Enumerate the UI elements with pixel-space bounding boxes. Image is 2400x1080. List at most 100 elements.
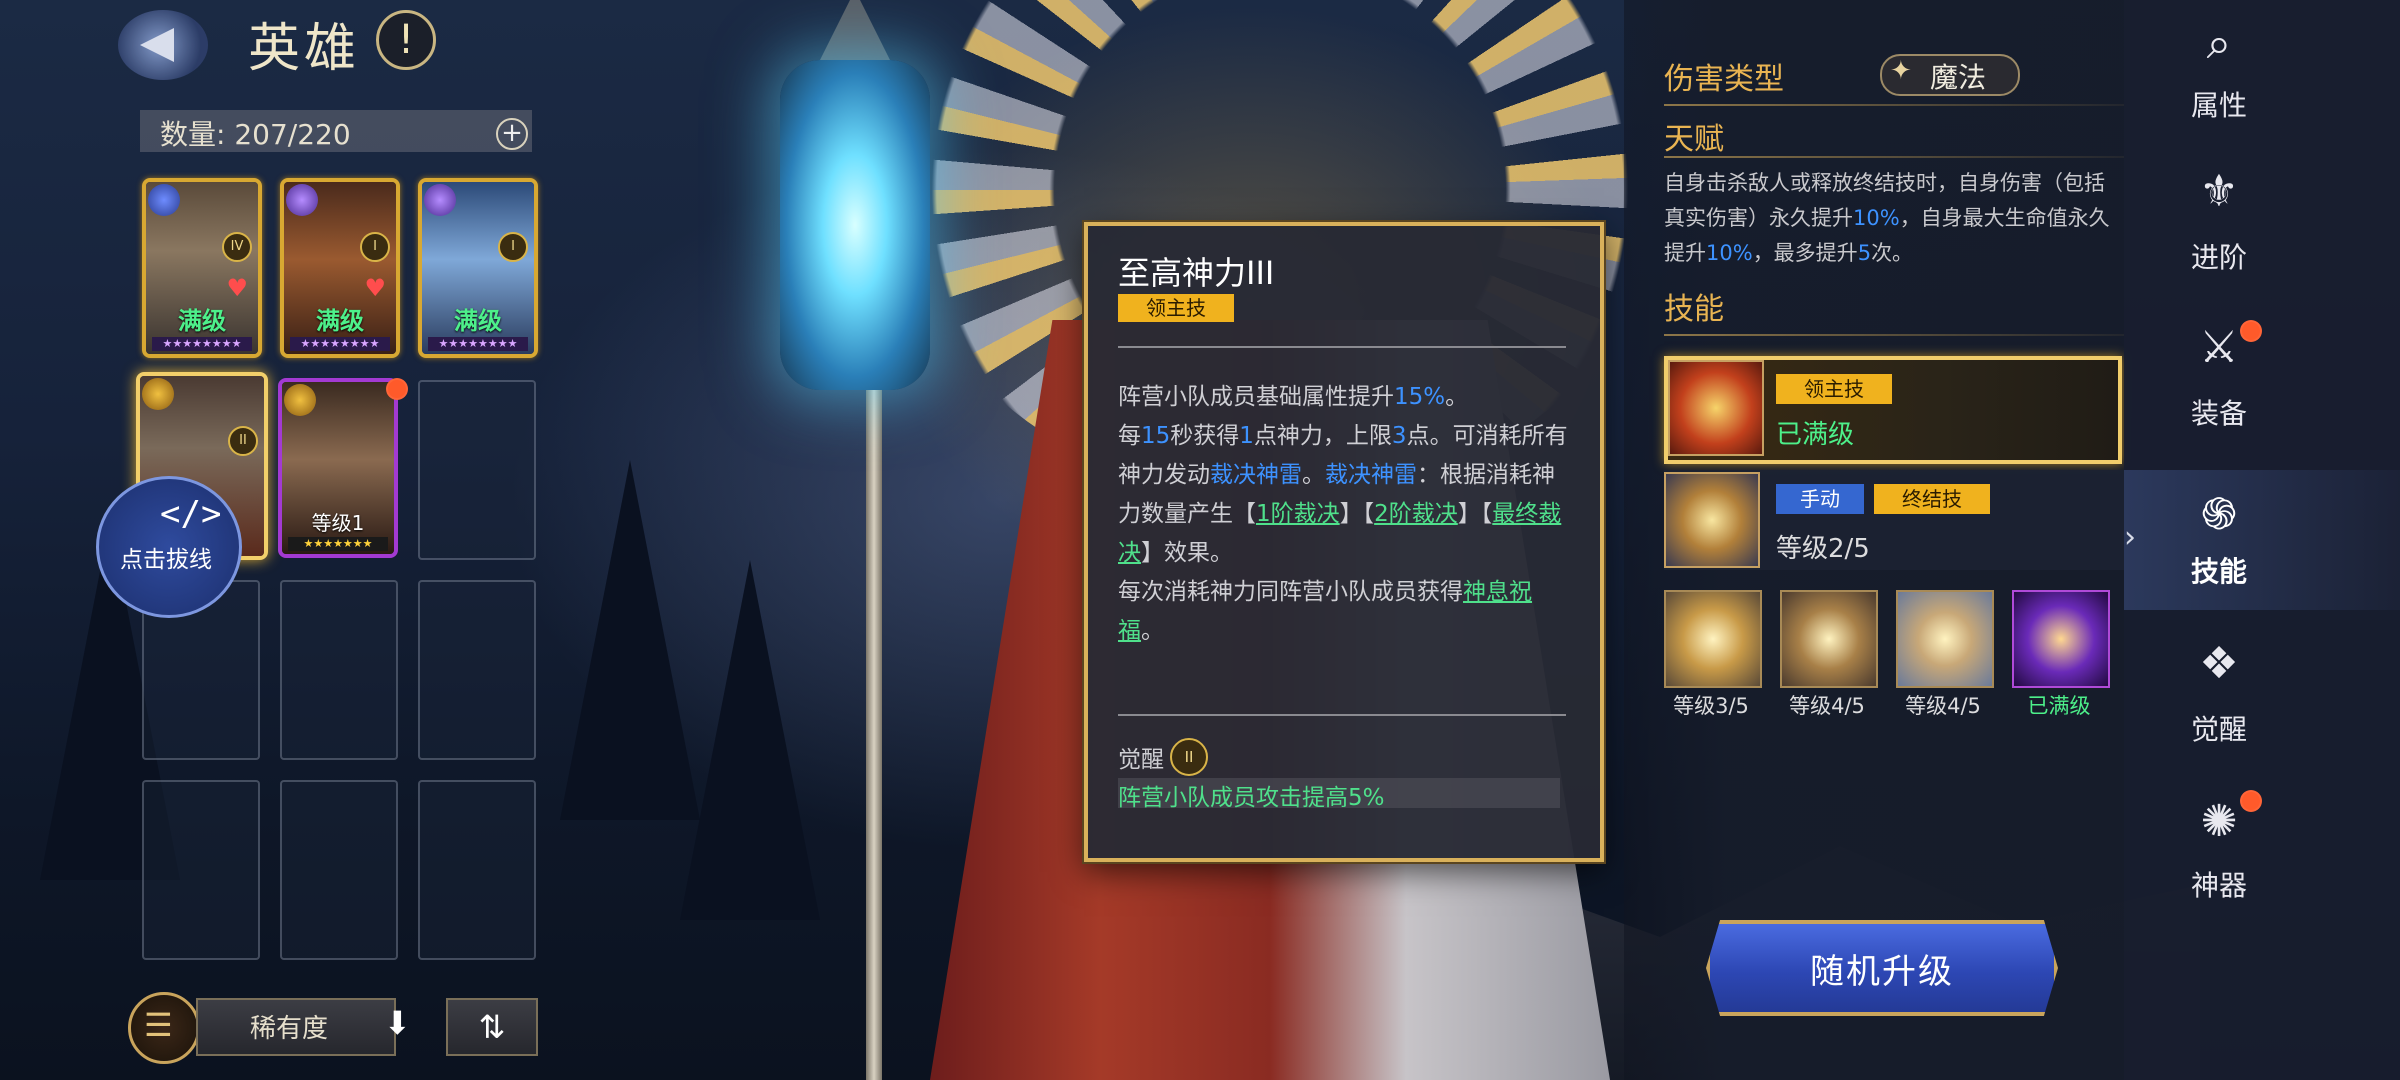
desc-value: 15 xyxy=(1141,423,1171,449)
faction-icon xyxy=(284,384,316,416)
damage-type-label: 伤害类型 xyxy=(1664,62,1784,97)
desc-text: 点神力，上限 xyxy=(1253,423,1392,449)
star-rating: ★★★★★★★★ xyxy=(428,337,528,351)
desc-text: 】效果。 xyxy=(1141,540,1233,566)
skill-tag: 领主技 xyxy=(1776,374,1892,404)
tooltip-badge: 领主技 xyxy=(1118,294,1234,322)
talent-value: 10% xyxy=(1853,206,1900,230)
card-level: 满级 xyxy=(316,307,364,335)
back-button[interactable] xyxy=(118,10,208,80)
desc-text: 】【 xyxy=(1457,501,1493,527)
desc-value: 1 xyxy=(1239,423,1254,449)
nav-active-arrow: › xyxy=(2124,520,2136,555)
skill-level: 等级4/5 xyxy=(1789,694,1865,718)
star-rating: ★★★★★★★★ xyxy=(290,337,390,351)
empty-slot xyxy=(280,580,398,760)
unlink-icon: </> xyxy=(160,494,222,534)
swap-order-button[interactable]: ⇅ xyxy=(446,998,538,1056)
talent-text: 次。 xyxy=(1871,241,1914,265)
talent-label: 天赋 xyxy=(1664,122,1724,157)
section-divider xyxy=(1664,334,2124,336)
faction-icon xyxy=(142,378,174,410)
passive-skill-icon[interactable] xyxy=(2012,590,2110,688)
damage-type-value: 魔法 xyxy=(1930,61,1987,94)
awaken-effect: 阵营小队成员攻击提高5% xyxy=(1118,785,1385,811)
skill-level: 等级4/5 xyxy=(1905,694,1981,718)
filter-icon: ☰ xyxy=(144,1006,173,1044)
desc-link[interactable]: 1阶裁决 xyxy=(1256,501,1340,527)
nav-label: 技能 xyxy=(2190,555,2247,588)
notification-dot xyxy=(2240,320,2262,342)
expand-roster-button[interactable]: + xyxy=(496,118,528,150)
empty-slot xyxy=(418,580,536,760)
nav-label: 装备 xyxy=(2190,397,2247,430)
pine-tree xyxy=(680,560,820,920)
rank-badge: I xyxy=(360,232,390,262)
hero-card[interactable]: I 满级 ★★★★★★★★ xyxy=(418,178,538,358)
sort-direction-icon: ⬇ xyxy=(384,1004,411,1042)
card-level: 满级 xyxy=(178,307,226,335)
nav-label: 进阶 xyxy=(2190,241,2247,274)
unlink-label: 点击拔线 xyxy=(120,547,212,573)
artifact-icon: ✺ xyxy=(2200,796,2238,847)
roster-count: 数量: 207/220 xyxy=(160,118,351,151)
tooltip-divider xyxy=(1118,346,1566,348)
skill-level: 已满级 xyxy=(2027,694,2091,718)
desc-link[interactable]: 2阶裁决 xyxy=(1374,501,1458,527)
favorite-icon: ♥ xyxy=(364,274,386,302)
random-upgrade-label: 随机升级 xyxy=(1810,952,1954,992)
card-level: 满级 xyxy=(454,307,502,335)
notification-dot xyxy=(386,378,408,400)
rank-badge: II xyxy=(228,426,258,456)
desc-text: 秒获得 xyxy=(1170,423,1240,449)
rank-badge: I xyxy=(498,232,528,262)
ultimate-skill-icon xyxy=(1664,472,1760,568)
passive-skill-icon[interactable] xyxy=(1780,590,1878,688)
desc-text: 】【 xyxy=(1339,501,1375,527)
desc-keyword: 裁决神雷 xyxy=(1210,462,1302,488)
awaken-label: 觉醒 xyxy=(1118,747,1164,773)
tooltip-description: 阵营小队成员基础属性提升15%。 每15秒获得1点神力，上限3点。可消耗所有神力… xyxy=(1118,378,1570,651)
desc-value: 15% xyxy=(1394,384,1446,410)
faction-icon xyxy=(286,184,318,216)
hero-card[interactable]: 等级1 ★★★★★★★ xyxy=(278,378,398,558)
passive-skill-icon[interactable] xyxy=(1896,590,1994,688)
star-rating: ★★★★★★★★ xyxy=(152,337,252,351)
empty-slot xyxy=(418,380,536,560)
talent-text: ，最多提升 xyxy=(1752,241,1858,265)
skill-level: 等级2/5 xyxy=(1776,534,1870,564)
desc-text: 。 xyxy=(1302,462,1325,488)
lord-skill-icon xyxy=(1668,360,1764,456)
desc-value: 3 xyxy=(1391,423,1407,449)
desc-text: 阵营小队成员基础属性提升 xyxy=(1118,384,1394,410)
rank-badge: IV xyxy=(222,232,252,262)
favorite-icon: ♥ xyxy=(226,274,248,302)
tooltip-title: 至高神力III xyxy=(1118,254,1275,292)
desc-text: 每次消耗神力同阵营小队成员获得 xyxy=(1118,579,1463,605)
tooltip-divider xyxy=(1118,714,1566,716)
section-divider xyxy=(1664,156,2124,158)
empty-slot xyxy=(142,780,260,960)
empty-slot xyxy=(418,780,536,960)
section-divider xyxy=(1664,104,2124,106)
talent-value: 10% xyxy=(1706,241,1753,265)
awaken-rank-icon: II xyxy=(1170,738,1208,776)
skills-label: 技能 xyxy=(1664,292,1724,327)
help-button[interactable]: ! xyxy=(376,10,436,70)
hero-card[interactable]: IV ♥ 满级 ★★★★★★★★ xyxy=(142,178,262,358)
page-title: 英雄 xyxy=(248,19,361,79)
hero-card[interactable]: I ♥ 满级 ★★★★★★★★ xyxy=(280,178,400,358)
magic-wand-icon: ✦ xyxy=(1890,56,1912,86)
desc-text: 。 xyxy=(1445,384,1469,410)
hero-lantern xyxy=(780,60,930,390)
advance-icon: ⚜ xyxy=(2199,166,2239,217)
awaken-icon: ❖ xyxy=(2199,638,2239,689)
desc-text: 每 xyxy=(1118,423,1141,449)
passive-skill-icon[interactable] xyxy=(1664,590,1762,688)
notification-dot xyxy=(2240,790,2262,812)
talent-value: 5 xyxy=(1857,241,1872,265)
desc-keyword: 裁决神雷 xyxy=(1325,462,1417,488)
skill-tag: 终结技 xyxy=(1874,484,1990,514)
star-rating: ★★★★★★★ xyxy=(288,537,388,551)
sort-label: 稀有度 xyxy=(250,1014,329,1044)
